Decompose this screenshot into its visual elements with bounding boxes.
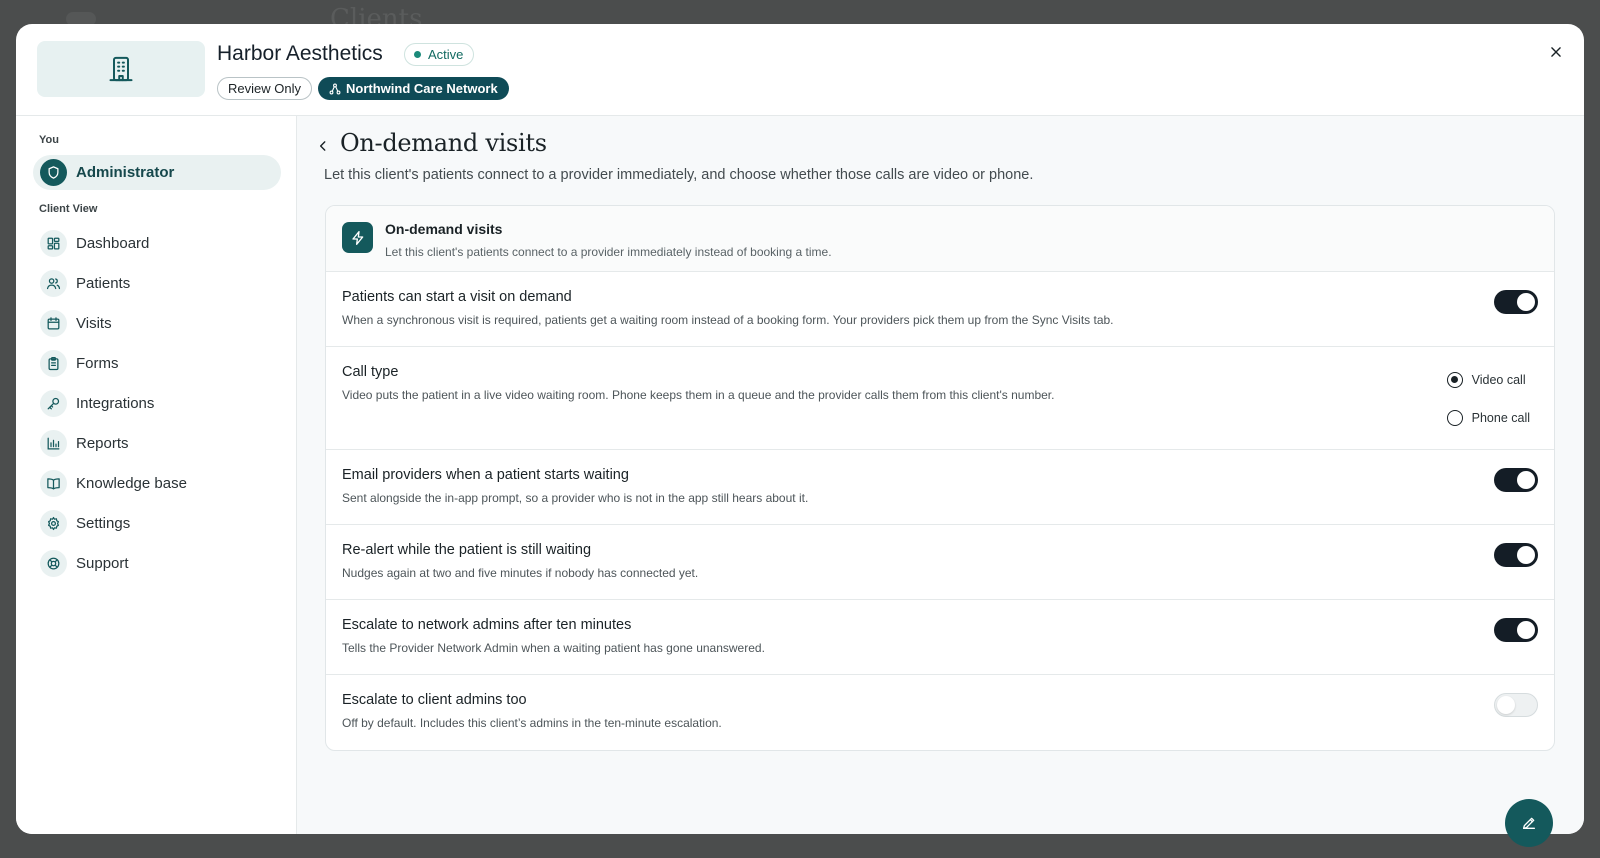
back-button[interactable] [311,134,335,158]
clipboard-icon [40,349,67,377]
pencil-icon [1523,817,1535,829]
setting-title: Email providers when a patient starts wa… [342,467,629,483]
sidebar-item-support[interactable]: Support [33,543,281,583]
sidebar: You Administrator Client View Dashboard … [16,116,297,834]
sidebar-item-visits[interactable]: Visits [33,303,281,343]
bar-chart-icon [40,429,67,457]
radio-indicator [1446,410,1463,426]
modal-header: Harbor Aesthetics Active Review Only Nor… [16,24,1584,116]
chevron-left-icon [319,141,326,151]
toggle-knob [1517,621,1535,639]
sidebar-item-label: Reports [76,434,129,452]
edit-fab-button[interactable] [1505,799,1553,847]
status-badge: Active [404,43,475,66]
sidebar-item-label: Patients [76,274,131,292]
card-header: On-demand visits Let this client's patie… [326,206,1554,272]
sidebar-item-integrations[interactable]: Integrations [33,383,281,423]
sidebar-item-dashboard[interactable]: Dashboard [33,223,281,263]
sidebar-item-reports[interactable]: Reports [33,423,281,463]
setting-description: When a synchronous visit is required, pa… [342,313,1114,327]
client-settings-modal: Harbor Aesthetics Active Review Only Nor… [16,24,1584,834]
radio-phone-call[interactable]: Phone call [1446,409,1530,427]
client-logo [37,41,205,97]
close-icon [1551,47,1561,57]
sidebar-nav: Dashboard Patients Visits Forms Integrat… [33,223,281,583]
call-type-radio-group: Video call Phone call [1446,371,1530,447]
setting-description: Video puts the patient in a live video w… [342,388,1055,402]
card-subtitle: Let this client's patients connect to a … [385,245,832,259]
sidebar-item-label: Dashboard [76,234,150,252]
lifebuoy-icon [40,549,67,577]
setting-description: Off by default. Includes this client’s a… [342,716,722,730]
settings-card: On-demand visits Let this client's patie… [325,205,1555,751]
re-alert-toggle[interactable] [1494,543,1538,567]
setting-row-escalate-client: Escalate to client admins too Off by def… [326,675,1554,750]
toggle-knob [1497,696,1515,714]
toggle-knob [1517,546,1535,564]
sidebar-item-label: Knowledge base [76,474,187,492]
building-icon [109,56,133,82]
setting-row-escalate-network: Escalate to network admins after ten min… [326,600,1554,675]
toggle-knob [1517,293,1535,311]
sidebar-item-knowledge-base[interactable]: Knowledge base [33,463,281,503]
escalate-network-toggle[interactable] [1494,618,1538,642]
setting-description: Tells the Provider Network Admin when a … [342,641,765,655]
page-description: Let this client's patients connect to a … [324,167,1034,183]
on-demand-toggle[interactable] [1494,290,1538,314]
sidebar-item-administrator[interactable]: Administrator [33,155,281,190]
sidebar-item-label: Administrator [76,164,175,181]
toggle-knob [1517,471,1535,489]
sidebar-item-patients[interactable]: Patients [33,263,281,303]
page-title: On-demand visits [340,129,547,157]
key-icon [40,389,67,417]
setting-description: Sent alongside the in-app prompt, so a p… [342,491,809,505]
book-icon [40,469,67,497]
radio-label: Video call [1471,373,1526,387]
shield-icon [40,159,67,186]
setting-row-re-alert: Re-alert while the patient is still wait… [326,525,1554,600]
sidebar-item-label: Support [76,554,129,572]
status-dot [414,51,421,58]
sidebar-item-label: Visits [76,314,112,332]
status-label: Active [428,47,464,62]
users-icon [40,269,67,297]
escalate-client-toggle[interactable] [1494,693,1538,717]
radio-video-call[interactable]: Video call [1446,371,1530,389]
setting-title: Patients can start a visit on demand [342,289,572,305]
sidebar-item-forms[interactable]: Forms [33,343,281,383]
review-only-chip: Review Only [217,77,312,100]
network-chip[interactable]: Northwind Care Network [318,77,509,100]
sidebar-item-label: Settings [76,514,131,532]
sidebar-item-settings[interactable]: Settings [33,503,281,543]
main-content: On-demand visits Let this client's patie… [297,116,1584,834]
email-providers-toggle[interactable] [1494,468,1538,492]
setting-row-start-on-demand: Patients can start a visit on demand Whe… [326,272,1554,347]
network-icon [329,83,341,94]
close-button[interactable] [1544,40,1568,64]
radio-label: Phone call [1471,411,1530,425]
client-name: Harbor Aesthetics [217,42,383,65]
calendar-icon [40,309,67,337]
setting-title: Escalate to network admins after ten min… [342,617,632,633]
setting-title: Escalate to client admins too [342,692,527,708]
card-title: On-demand visits [385,221,503,237]
dashboard-icon [40,229,67,257]
setting-row-call-type: Call type Video puts the patient in a li… [326,347,1554,450]
lightning-icon [342,222,373,253]
setting-description: Nudges again at two and five minutes if … [342,566,699,580]
setting-title: Call type [342,364,399,380]
sidebar-item-label: Integrations [76,394,155,412]
setting-row-email-providers: Email providers when a patient starts wa… [326,450,1554,525]
network-chip-label: Northwind Care Network [346,81,498,96]
sidebar-section-client-view: Client View [39,203,98,215]
setting-title: Re-alert while the patient is still wait… [342,542,592,558]
sidebar-item-label: Forms [76,354,119,372]
sidebar-section-you: You [39,134,59,146]
radio-indicator [1446,372,1463,388]
gear-icon [40,509,67,537]
